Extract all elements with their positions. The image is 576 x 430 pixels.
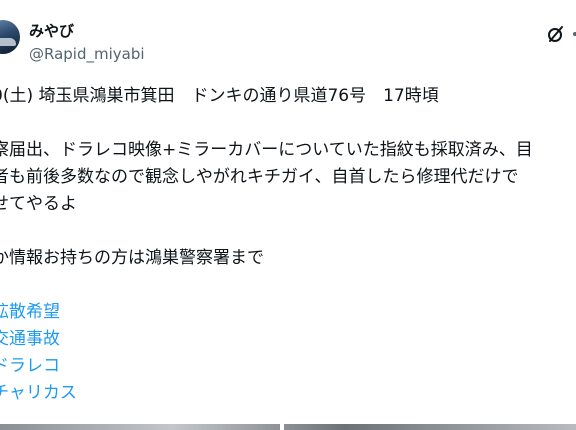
more-icon[interactable] [572,24,576,44]
hashtag-link[interactable]: チャリカス [0,380,576,407]
post-line-report: 察届出、ドラレコ映像+ミラーカバーについていた指紋も採取済み、目 [0,140,533,160]
post-line-witness: 者も前後多数なので観念しやがれキチガイ、自首したら修理代だけで [0,167,519,187]
media-divider [280,424,284,430]
user-handle[interactable]: @Rapid_miyabi [29,45,145,63]
grok-slash-icon[interactable] [546,24,566,44]
post-line-contact: か情報お持ちの方は鴻巣警察署まで [0,248,264,268]
hashtag-link[interactable]: 拡散希望 [0,299,576,326]
avatar-car-shape [0,38,16,46]
post-line-date-location: 0(土) 埼玉県鴻巣市箕田 ドンキの通り県道76号 17時頃 [0,86,439,106]
attached-media-preview[interactable] [0,424,576,430]
hashtag-link[interactable]: 交通事故 [0,326,576,353]
avatar[interactable] [0,20,20,54]
tweet: みやび @Rapid_miyabi 0(土) 埼玉県鴻巣市箕田 ドンキの通り県道… [0,0,576,430]
post-line-settle: せてやるよ [0,194,77,214]
display-name[interactable]: みやび [29,22,74,40]
hashtag-link[interactable]: ドラレコ [0,353,576,380]
post-text: 0(土) 埼玉県鴻巣市箕田 ドンキの通り県道76号 17時頃 察届出、ドラレコ映… [0,83,576,407]
